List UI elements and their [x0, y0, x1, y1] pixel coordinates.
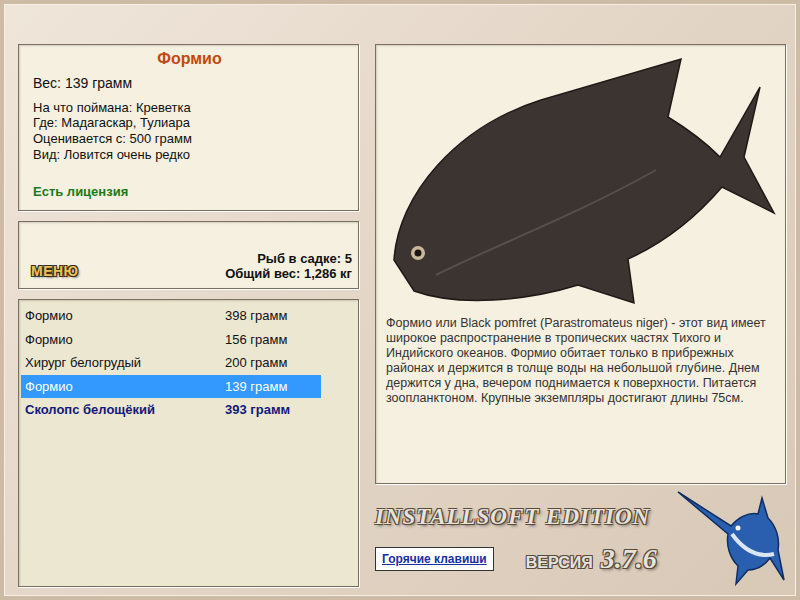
game-window: Формио Вес: 139 грамм На что поймана: Крев…	[0, 0, 800, 600]
fish-weight: 156 грамм	[225, 330, 287, 350]
footer: INSTALLSOFT EDITION Горячие клавиши ВЕРСИЯ…	[375, 488, 786, 588]
keepnet-panel: МЕНЮ Рыб в садке: 5Общий вес: 1,286 кг	[18, 221, 359, 289]
description-text: Формио или Black pomfret (Parastromateus…	[376, 310, 785, 406]
fish-name: Хирург белогрудый	[25, 353, 225, 373]
fish-detail: Вид: Ловится очень редко	[33, 147, 346, 163]
edition-logo: INSTALLSOFT EDITION	[375, 500, 676, 535]
fish-weight: 139 грамм	[225, 377, 287, 397]
version-number: 3.7.6	[601, 538, 657, 580]
fish-detail: Оценивается с: 500 грамм	[33, 131, 346, 147]
catch-row[interactable]: Формио139 грамм	[21, 375, 321, 399]
marlin-icon	[676, 488, 786, 588]
catch-row[interactable]: Формио398 грамм	[21, 304, 321, 328]
menu-button[interactable]: МЕНЮ	[29, 261, 81, 282]
hotkeys-button[interactable]: Горячие клавиши	[375, 547, 494, 571]
fish-count: Рыб в садке: 5	[225, 251, 352, 267]
fish-weight: 398 грамм	[225, 306, 287, 326]
fish-name: Формио	[25, 377, 225, 397]
version-row: Горячие клавиши ВЕРСИЯ 3.7.6	[375, 538, 676, 580]
keepnet-summary: Рыб в садке: 5Общий вес: 1,286 кг	[225, 251, 352, 282]
fish-detail: На что поймана: Креветка	[33, 100, 346, 116]
catch-row[interactable]: Сколопс белощёкий393 грамм	[21, 398, 321, 422]
catch-list: Формио398 граммФормио156 граммХирург бел…	[18, 299, 359, 587]
left-column: Формио Вес: 139 грамм На что поймана: Крев…	[18, 44, 359, 588]
catch-row[interactable]: Хирург белогрудый200 грамм	[21, 351, 321, 375]
catch-row[interactable]: Формио156 грамм	[21, 328, 321, 352]
version-block: ВЕРСИЯ 3.7.6	[526, 538, 657, 580]
fish-picture	[376, 45, 785, 310]
fish-weight: 393 грамм	[225, 400, 290, 420]
edition-block: INSTALLSOFT EDITION Горячие клавиши ВЕРСИЯ…	[375, 500, 676, 589]
pomfret-fish-icon	[376, 45, 785, 310]
fish-name: Формио	[25, 306, 225, 326]
fish-name: Сколопс белощёкий	[25, 400, 225, 420]
total-weight: Общий вес: 1,286 кг	[225, 266, 352, 282]
right-column: Формио или Black pomfret (Parastromateus…	[375, 44, 786, 588]
license-status: Есть лицензия	[33, 184, 346, 200]
fish-title: Формио	[33, 49, 346, 69]
fish-weight: Вес: 139 грамм	[33, 75, 346, 92]
fish-info-panel: Формио Вес: 139 грамм На что поймана: Крев…	[18, 44, 359, 211]
version-label: ВЕРСИЯ	[526, 551, 593, 575]
fish-name: Формио	[25, 330, 225, 350]
fish-weight: 200 грамм	[225, 353, 287, 373]
fish-description-panel: Формио или Black pomfret (Parastromateus…	[375, 44, 786, 484]
marlin-logo	[676, 488, 786, 588]
fish-detail: Где: Мадагаскар, Тулиара	[33, 115, 346, 131]
